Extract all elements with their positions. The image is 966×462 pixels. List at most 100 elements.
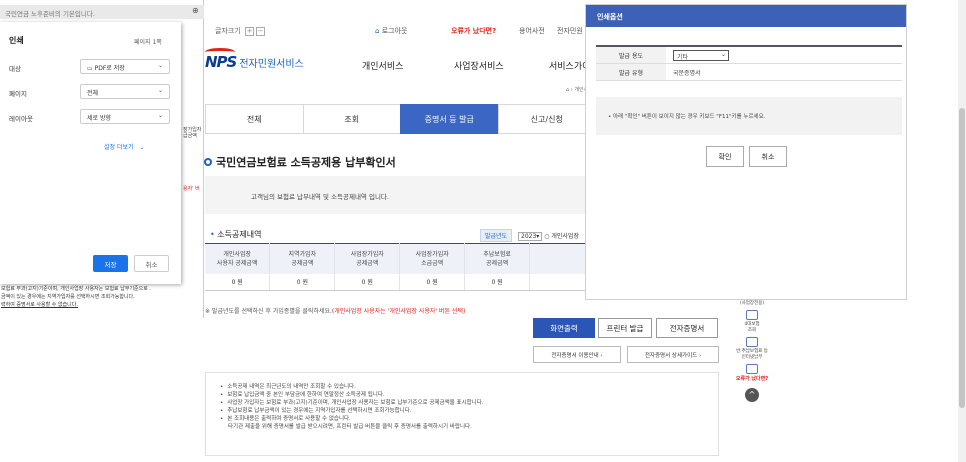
chevron-down-icon: ⌄: [157, 112, 163, 119]
home-icon: ⌂: [375, 27, 380, 35]
header-text: 사업장가입자 소급금액: [415, 250, 449, 267]
printer-issue-button[interactable]: 프린터 발급: [598, 318, 652, 338]
section-title-text: 소득공제내역: [217, 230, 262, 239]
quick-internet-payment[interactable]: 반.추납보험료 등 인터넷납부: [733, 337, 771, 360]
quick-error-label: 오류가 났다면?: [735, 376, 769, 382]
font-plus-button[interactable]: +: [245, 27, 254, 36]
purpose-label: 발급 용도: [596, 47, 666, 63]
screen-print-button[interactable]: 화면출력: [533, 318, 595, 338]
font-size-label: 글자크기: [215, 27, 241, 35]
print-options-table: 발급 용도 기타 ⌄ 발급 유형 국문증명서: [596, 45, 902, 81]
utility-bar: 글자크기 + − ⌂ 로그아웃 오류가 났다면? 용어사전 전자민원: [205, 22, 595, 42]
header-cell-workplace-retro: 사업장가입자 소급금액: [399, 243, 466, 274]
print-dialog: 인쇄 페이지 1쪽 대상 ▭ PDF로 저장 ⌄ 페이지 전체 ⌄ 레이아웃 세로 …: [0, 22, 181, 284]
list-item: 추납보험료 납부금액이 있는 경우에는 지역가입자를 선택하시면 조회가능합니다…: [220, 407, 718, 415]
book-icon: [746, 364, 758, 374]
list-item: 소득공제 내역은 최근년도의 내역만 조회할 수 있습니다.: [220, 383, 718, 391]
header-cell-regional: 지역가입자 공제금액: [269, 243, 336, 274]
list-item: 보험료 납입금액 중 본인 부담금에 한하여 연말정산 소득공제 됩니다.: [220, 391, 718, 399]
error-help-link[interactable]: 오류가 났다면?: [451, 26, 496, 36]
preview-header: 국민연금 노후준비의 기본입니다. ⊕: [0, 5, 204, 19]
print-dialog-title: 인쇄: [9, 36, 24, 45]
chevron-down-icon: ⌄: [157, 87, 163, 94]
header-text: 지역가입자 공제금액: [288, 250, 317, 267]
preview-header-text: 국민연금 노후준비의 기본입니다.: [5, 10, 95, 18]
info-box: 고객님의 보험료 납부내역 및 소득공제내역 입니다.: [205, 176, 595, 214]
title-bullet-icon: [204, 158, 212, 166]
radio-personal-business[interactable]: ○ 개인사업장: [544, 233, 579, 240]
selection-note: ※ 발급년도를 선택하신 후 가입종별을 클릭하세요.(개인사업장 사용자는 '…: [205, 306, 465, 315]
type-row: 발급 유형 국문증명서: [596, 64, 902, 81]
deduction-table: 개인사업장 사용자 공제금액 지역가입자 공제금액 사업장가입자 공제금액 사업…: [205, 243, 595, 291]
zoom-icon[interactable]: ⊕: [192, 6, 199, 15]
tab-certificate[interactable]: 증명서 등 발급: [400, 104, 498, 134]
destination-select[interactable]: ▭ PDF로 저장 ⌄: [80, 59, 170, 74]
header-cell-additional: 추납보험료 공제금액: [464, 243, 531, 274]
preview-text: 보험료 부과(고지)기준이며, 개인사업장 사용자는 보험료 납부기준으로 .: [1, 286, 152, 292]
dictionary-link[interactable]: 용어사전: [519, 26, 545, 36]
type-label: 발급 유형: [596, 64, 666, 80]
purpose-select[interactable]: 기타 ⌄: [673, 49, 729, 61]
purpose-cell: 기타 ⌄: [666, 49, 729, 61]
print-preview-panel: 국민연금 노후준비의 기본입니다. ⊕ 장가입자 급금액 용자' 버 인쇄 페이지…: [0, 0, 204, 318]
section-title: • 소득공제내역: [210, 230, 262, 239]
year-select[interactable]: 2023▾: [518, 232, 543, 241]
year-filter: 발급년도 2023▾ ○ 개인사업장: [480, 229, 579, 242]
gnb-personal[interactable]: 개인서비스: [362, 59, 403, 72]
cancel-button[interactable]: 취소: [134, 255, 169, 272]
header-text: 추납보험료 공제금액: [483, 250, 511, 267]
pages-value: 전체: [87, 90, 99, 97]
preview-bottom-text: 보험료 부과(고지)기준이며, 개인사업장 사용자는 보험료 납부기준으로 . …: [0, 285, 204, 309]
tab-inquiry[interactable]: 조회: [302, 104, 400, 134]
font-minus-button[interactable]: −: [256, 27, 265, 36]
chevron-down-icon: ⌄: [720, 50, 726, 58]
card-icon: [746, 337, 758, 347]
preview-text: 력하여 증명서로 사용할 수 없습니다.: [1, 302, 78, 308]
layout-value: 세로 방향: [87, 115, 111, 122]
site-logo[interactable]: NPS 전자민원서비스: [205, 48, 304, 71]
e-cert-detail-guide-button[interactable]: 전자증명서 상세가이드 ›: [627, 346, 719, 363]
quick-business-only[interactable]: (사업장전용): [733, 300, 771, 306]
tab-all[interactable]: 전체: [205, 104, 303, 134]
list-item: 본 조회내용은 출력하여 증명서로 사용할 수 없습니다.: [220, 415, 718, 423]
e-cert-button[interactable]: 전자증명서: [656, 318, 718, 338]
scrollbar-thumb[interactable]: [959, 108, 965, 408]
logout-link[interactable]: ⌂ 로그아웃: [375, 26, 407, 36]
table-header-row: 개인사업장 사용자 공제금액 지역가입자 공제금액 사업장가입자 공제금액 사업…: [205, 243, 595, 274]
table-cell: 0 원: [205, 273, 271, 291]
e-civil-link[interactable]: 전자민원: [557, 26, 583, 36]
quick-error-help[interactable]: 오류가 났다면?: [733, 364, 771, 382]
logout-label: 로그아웃: [381, 27, 408, 35]
year-badge: 발급년도: [480, 229, 513, 242]
popup-note: • 아래 "확인" 버튼이 보이지 않는 경우 키보드 "F11"키를 누르세요…: [596, 97, 902, 135]
save-button[interactable]: 저장: [93, 255, 128, 272]
more-settings-toggle[interactable]: 설정 더보기 ⌄: [104, 142, 145, 151]
tab-report[interactable]: 신고/신청: [497, 104, 595, 134]
layout-select[interactable]: 세로 방향 ⌄: [80, 109, 170, 124]
preview-column-text: 장가입자 급금액: [183, 127, 201, 139]
header-cell-personal-business: 개인사업장 사용자 공제금액: [205, 243, 271, 274]
confirm-button[interactable]: 확인: [706, 146, 744, 167]
scroll-top-button[interactable]: ^: [745, 388, 759, 402]
gnb-business[interactable]: 사업장서비스: [454, 59, 504, 72]
popup-title: 인쇄옵션: [586, 5, 906, 27]
year-select-value: 2023: [521, 233, 537, 240]
logo-service-name: 전자민원서비스: [239, 59, 304, 70]
preview-text: 금액이 있는 경우에는 지역가입자를 선택하시면 조회가능합니다.: [1, 294, 135, 300]
monitor-icon: [746, 310, 758, 320]
quick-item-label: 4대보험 조회: [744, 322, 760, 333]
quick-item-label: 반.추납보험료 등 인터넷납부: [736, 349, 768, 360]
notice-box: 소득공제 내역은 최근년도의 내역만 조회할 수 있습니다. 보험료 납입금액 …: [205, 372, 719, 456]
page-count: 페이지 1쪽: [134, 39, 162, 46]
type-value: 국문증명서: [673, 69, 701, 77]
pdf-icon: ▭: [87, 65, 93, 72]
popup-cancel-button[interactable]: 취소: [749, 146, 787, 167]
preview-text: 급금액: [183, 133, 197, 139]
e-cert-guide-button[interactable]: 전자증명서 이용안내 ›: [533, 346, 621, 363]
font-size-control: 글자크기 + −: [215, 26, 265, 36]
quick-insurance-inquiry[interactable]: 4대보험 조회: [733, 310, 771, 333]
pages-select[interactable]: 전체 ⌄: [80, 84, 170, 99]
preview-red-text: 용자' 버: [183, 186, 200, 192]
table-row: 0 원 0 원 0 원 0 원 0 원: [205, 273, 595, 291]
page-title-text: 국민연금보험료 소득공제용 납부확인서: [216, 156, 396, 169]
